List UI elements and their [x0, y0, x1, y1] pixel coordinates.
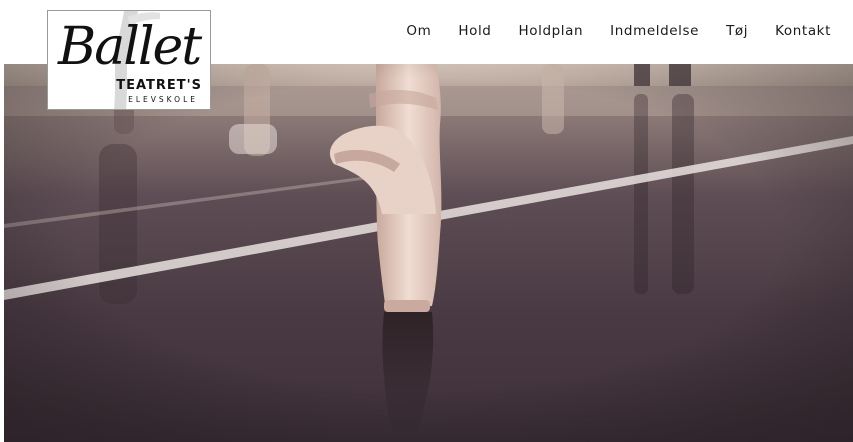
nav-item-kontakt[interactable]: Kontakt	[775, 22, 831, 40]
nav-item-om[interactable]: Om	[406, 22, 431, 40]
logo-line1: TEATRET'S	[116, 78, 202, 93]
ballet-logo[interactable]: Ballet TEATRET'S ELEVSKOLE	[47, 10, 211, 110]
page: Om Hold Holdplan Indmeldelse Tøj Kontakt	[0, 0, 853, 442]
nav-item-hold[interactable]: Hold	[458, 22, 491, 40]
nav-item-holdplan[interactable]: Holdplan	[518, 22, 583, 40]
nav-item-toj[interactable]: Tøj	[726, 22, 748, 40]
main-navigation: Om Hold Holdplan Indmeldelse Tøj Kontakt	[406, 22, 831, 40]
logo-script-text: Ballet	[58, 17, 202, 77]
hero-image	[4, 64, 853, 442]
nav-item-indmeldelse[interactable]: Indmeldelse	[610, 22, 699, 40]
logo-line2: ELEVSKOLE	[128, 95, 198, 104]
ballet-pointe-shoe-photo	[4, 64, 853, 442]
